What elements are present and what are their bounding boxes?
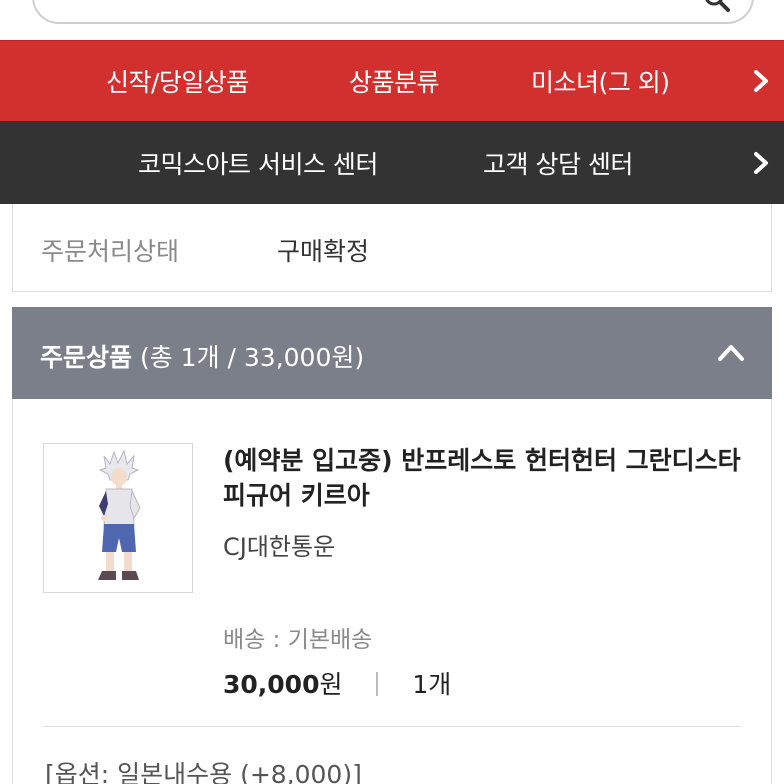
order-items-summary: (총 1개 / 33,000원) xyxy=(139,343,365,372)
search-icon[interactable] xyxy=(704,0,730,12)
product-price: 30,000 xyxy=(223,670,320,699)
product-thumbnail[interactable] xyxy=(43,443,193,593)
divider xyxy=(376,672,379,696)
nav-item-service-center[interactable]: 코믹스아트 서비스 센터 xyxy=(138,145,378,181)
nav-item-bishoujo[interactable]: 미소녀(그 외) xyxy=(531,63,670,99)
chevron-up-icon[interactable] xyxy=(716,341,746,363)
order-status-value: 구매확정 xyxy=(277,237,370,266)
product-name[interactable]: (예약분 입고중) 반프레스토 헌터헌터 그란디스타 피규어 키르아 xyxy=(223,443,743,513)
nav-item-new-today[interactable]: 신작/당일상품 xyxy=(106,63,249,99)
primary-nav: 신작/당일상품 상품분류 미소녀(그 외) xyxy=(0,40,784,121)
nav-item-customer-center[interactable]: 고객 상담 센터 xyxy=(483,145,633,181)
courier-name: CJ대한통운 xyxy=(223,533,336,561)
order-status-label: 주문처리상태 xyxy=(41,237,180,266)
price-row: 30,000원 1개 xyxy=(223,665,451,701)
secondary-nav: 코믹스아트 서비스 센터 고객 상담 센터 xyxy=(0,121,784,204)
shipping-method: 배송 : 기본배송 xyxy=(223,627,373,653)
order-status-card: 주문처리상태 구매확정 xyxy=(12,204,772,292)
order-items-title: 주문상품 (총 1개 / 33,000원) xyxy=(40,338,364,374)
search-input[interactable] xyxy=(32,0,754,24)
order-items-title-text: 주문상품 xyxy=(40,343,133,372)
price-unit: 원 xyxy=(319,670,343,699)
search-bar-area xyxy=(0,0,784,40)
product-quantity: 1개 xyxy=(412,670,452,699)
product-option: [옵션: 일본내수용 (+8,000)] xyxy=(45,760,362,784)
chevron-right-icon[interactable] xyxy=(750,150,772,176)
nav-item-categories[interactable]: 상품분류 xyxy=(349,63,440,99)
chevron-right-icon[interactable] xyxy=(750,68,772,94)
figure-thumbnail-icon xyxy=(98,449,141,580)
order-items-header[interactable]: 주문상품 (총 1개 / 33,000원) xyxy=(12,307,772,399)
order-item-card: (예약분 입고중) 반프레스토 헌터헌터 그란디스타 피규어 키르아 CJ대한통… xyxy=(12,399,772,784)
section-divider xyxy=(43,726,741,727)
